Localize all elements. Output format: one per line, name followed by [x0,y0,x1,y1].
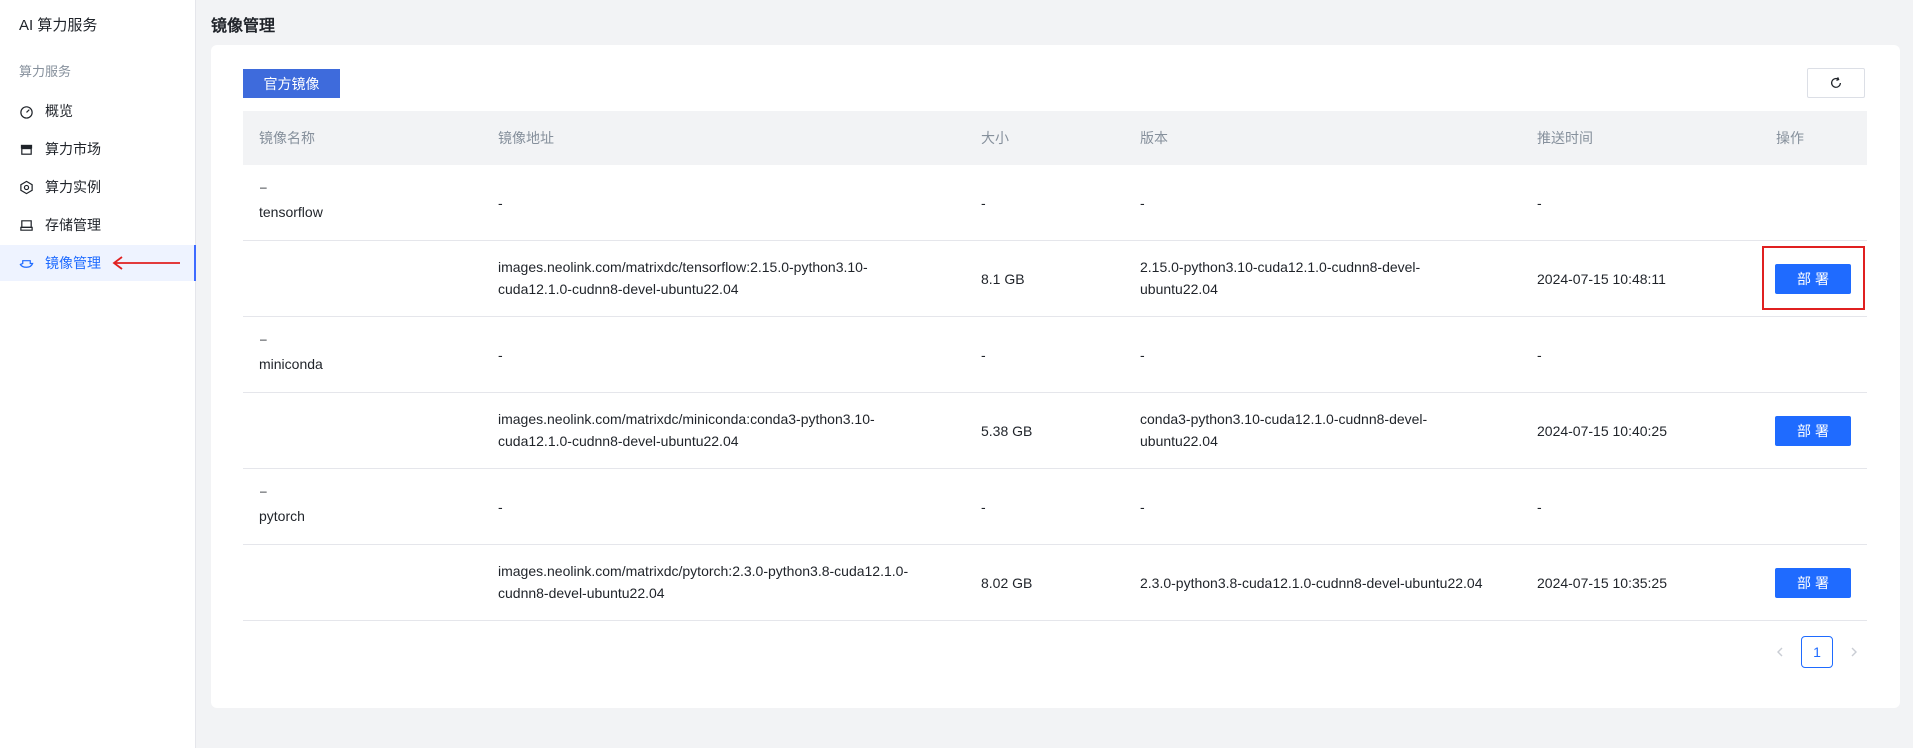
push-time-cell: - [1537,195,1542,211]
size-cell: - [981,195,986,211]
dashboard-icon [19,104,34,119]
sidebar-item-instances[interactable]: 算力实例 [0,169,196,205]
collapse-icon[interactable]: – [260,333,271,346]
address-cell: images.neolink.com/matrixdc/miniconda:co… [498,411,875,449]
address-cell: images.neolink.com/matrixdc/pytorch:2.3.… [498,563,909,601]
version-cell: 2.15.0-python3.10-cuda12.1.0-cudnn8-deve… [1140,259,1421,297]
address-cell: - [498,499,503,515]
push-time-cell: 2024-07-15 10:40:25 [1537,423,1667,439]
pagination: 1 [1765,636,1869,668]
sidebar: AI 算力服务 算力服务 概览 算力市场 算力实例 存储管理 镜像管理 [0,0,196,748]
version-cell: - [1140,195,1145,211]
sidebar-section-label: 算力服务 [19,64,72,79]
sidebar-item-label: 算力实例 [45,179,101,195]
annotation-arrow-icon [112,256,180,270]
main-card: 官方镜像 镜像名称 镜像地址 大小 版本 推送时间 操作 – tensorflo… [211,45,1900,708]
sidebar-item-label: 存储管理 [45,217,101,233]
column-header-address: 镜像地址 [498,130,554,146]
table-row: images.neolink.com/matrixdc/pytorch:2.3.… [243,545,1867,621]
image-icon [19,256,34,271]
tab-official-images[interactable]: 官方镜像 [243,69,340,98]
refresh-button[interactable] [1807,68,1865,98]
deploy-button[interactable]: 部署 [1775,264,1851,294]
deploy-button[interactable]: 部署 [1775,568,1851,598]
column-header-push-time: 推送时间 [1537,130,1593,146]
storage-icon [19,218,34,233]
table-row: images.neolink.com/matrixdc/miniconda:co… [243,393,1867,469]
column-header-actions: 操作 [1776,130,1804,146]
table-row-group: – tensorflow - - - - [243,165,1867,241]
chevron-right-icon [1851,647,1857,657]
address-cell: images.neolink.com/matrixdc/tensorflow:2… [498,259,868,297]
table-row-group: – pytorch - - - - [243,469,1867,545]
push-time-cell: - [1537,499,1542,515]
collapse-icon[interactable]: – [260,181,271,194]
table-header: 镜像名称 镜像地址 大小 版本 推送时间 操作 [243,111,1867,165]
size-cell: 8.02 GB [981,575,1033,591]
sidebar-item-market[interactable]: 算力市场 [0,131,196,167]
push-time-cell: - [1537,347,1542,363]
size-cell: 5.38 GB [981,423,1033,439]
chevron-left-icon [1777,647,1783,657]
app-title: AI 算力服务 [19,17,98,34]
page-title: 镜像管理 [211,18,276,35]
column-header-name: 镜像名称 [259,130,315,146]
sidebar-item-label: 镜像管理 [45,255,101,271]
column-header-version: 版本 [1140,130,1168,146]
hexagon-icon [19,180,34,195]
store-icon [19,142,34,157]
sidebar-item-storage[interactable]: 存储管理 [0,207,196,243]
group-name: miniconda [259,356,323,372]
sidebar-item-label: 概览 [45,103,73,119]
address-cell: - [498,195,503,211]
version-cell: - [1140,347,1145,363]
group-name: pytorch [259,508,305,524]
page-number-button[interactable]: 1 [1801,636,1833,668]
group-name: tensorflow [259,204,323,220]
push-time-cell: 2024-07-15 10:35:25 [1537,575,1667,591]
sidebar-item-label: 算力市场 [45,141,101,157]
size-cell: 8.1 GB [981,271,1025,287]
collapse-icon[interactable]: – [260,485,271,498]
sidebar-item-overview[interactable]: 概览 [0,93,196,129]
table-row-group: – miniconda - - - - [243,317,1867,393]
push-time-cell: 2024-07-15 10:48:11 [1537,271,1666,287]
version-cell: 2.3.0-python3.8-cuda12.1.0-cudnn8-devel-… [1140,575,1483,591]
column-header-size: 大小 [981,130,1009,146]
deploy-button[interactable]: 部署 [1775,416,1851,446]
table-row: images.neolink.com/matrixdc/tensorflow:2… [243,241,1867,317]
refresh-icon [1831,77,1841,88]
images-table: 镜像名称 镜像地址 大小 版本 推送时间 操作 – tensorflow - -… [243,111,1867,621]
prev-page-button[interactable] [1765,637,1795,667]
version-cell: conda3-python3.10-cuda12.1.0-cudnn8-deve… [1140,411,1428,449]
next-page-button[interactable] [1839,637,1869,667]
address-cell: - [498,347,503,363]
size-cell: - [981,347,986,363]
size-cell: - [981,499,986,515]
version-cell: - [1140,499,1145,515]
